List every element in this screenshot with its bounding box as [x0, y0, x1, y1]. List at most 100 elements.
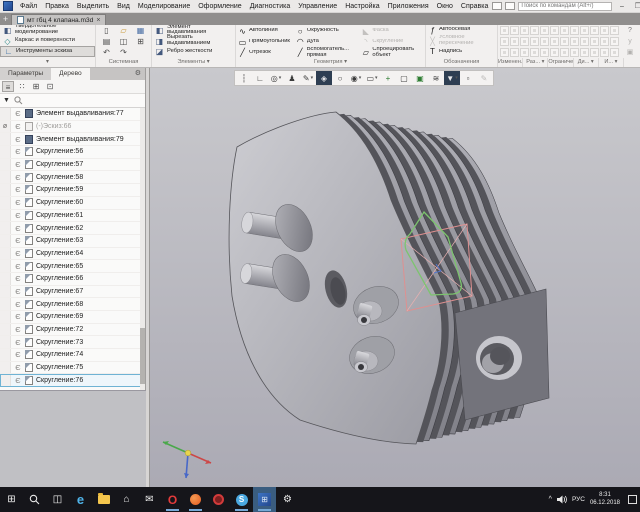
toolbar-grip[interactable]: ┆	[236, 71, 252, 85]
elements-item-2[interactable]: ◪Ребро жесткости	[152, 46, 235, 57]
tree-relations-icon[interactable]: ⊞	[30, 81, 42, 92]
tree-item-12[interactable]: ЄСкругление:65	[0, 260, 145, 273]
minimize-button[interactable]: –	[615, 3, 628, 10]
hide-objects-icon[interactable]: ◉▾	[348, 71, 364, 85]
edge-icon[interactable]: e	[69, 487, 92, 512]
tree-item-14[interactable]: ЄСкругление:67	[0, 286, 145, 299]
view-human-icon[interactable]: ♟	[284, 71, 300, 85]
browser-red-icon[interactable]	[207, 487, 230, 512]
new-document-button[interactable]: ▯	[98, 26, 115, 37]
tree-item-15[interactable]: ЄСкругление:68	[0, 298, 145, 311]
task-view-icon[interactable]: ◫	[46, 487, 69, 512]
tree-item-17[interactable]: ЄСкругление:72	[0, 324, 145, 337]
tree-item-4[interactable]: ЄСкругление:57	[0, 159, 145, 172]
menu-11[interactable]: Справка	[457, 3, 492, 10]
document-manager-button[interactable]: ⊞	[132, 37, 149, 48]
menu-0[interactable]: Файл	[16, 3, 41, 10]
geometry-item-5[interactable]: ╱Вспомогатель... прямая	[294, 47, 360, 58]
menu-6[interactable]: Диагностика	[246, 3, 295, 10]
menu-9[interactable]: Приложения	[384, 3, 433, 10]
tree-scrollbar[interactable]	[140, 108, 145, 390]
tree-item-8[interactable]: ЄСкругление:61	[0, 210, 145, 223]
tree-item-5[interactable]: ЄСкругление:58	[0, 171, 145, 184]
volume-icon[interactable]	[557, 495, 567, 504]
collapsed-group-label-2[interactable]: Ограничения ▾	[548, 58, 573, 67]
model-viewport[interactable]: ┆∟◎▾♟✎▾◈○◉▾▭▾+▢▣≋▼▾▫✎	[150, 68, 640, 487]
settings-icon[interactable]: ⚙	[276, 487, 299, 512]
tree-item-13[interactable]: ЄСкругление:66	[0, 273, 145, 286]
geometry-item-3[interactable]: ○Окружность	[294, 26, 360, 37]
workspace-layout-icon[interactable]	[492, 2, 502, 10]
tree-area-icon[interactable]: ⊡	[44, 81, 56, 92]
menu-7[interactable]: Управление	[294, 3, 341, 10]
extra-icon[interactable]: ▣	[624, 47, 636, 58]
tray-expand-icon[interactable]: ^	[549, 496, 552, 503]
collapsed-group-label-0[interactable]: Изменен... ▾	[498, 58, 523, 67]
language-indicator[interactable]: РУС	[572, 496, 585, 503]
copy-view-icon[interactable]: ▢	[396, 71, 412, 85]
tab-tree[interactable]: Дерево	[51, 68, 90, 80]
tree-item-19[interactable]: ЄСкругление:74	[0, 349, 145, 362]
panel-gear-icon[interactable]: ⚙	[131, 68, 145, 80]
orientation-triad[interactable]	[163, 441, 211, 478]
measure-icon[interactable]: ✎▾	[300, 71, 316, 85]
menu-10[interactable]: Окно	[433, 3, 457, 10]
elements-item-1[interactable]: ◨Вырезать выдавливанием	[152, 36, 235, 47]
tree-item-6[interactable]: ЄСкругление:59	[0, 184, 145, 197]
sketch-plane-icon[interactable]: ∟	[252, 71, 268, 85]
collapsed-group-label-4[interactable]: И... ▾	[599, 58, 624, 67]
model-3d-cylinder-head[interactable]	[150, 68, 640, 487]
search-icon[interactable]	[23, 487, 46, 512]
elements-group-label[interactable]: Элементы ▾	[152, 58, 235, 67]
tree-item-9[interactable]: ЄСкругление:62	[0, 222, 145, 235]
command-search[interactable]	[518, 2, 612, 11]
browser-orange-icon[interactable]	[184, 487, 207, 512]
tree-grouping-icon[interactable]: ∷	[16, 81, 28, 92]
tree-item-10[interactable]: ЄСкругление:63	[0, 235, 145, 248]
menu-5[interactable]: Оформление	[194, 3, 245, 10]
file-explorer-icon[interactable]	[92, 487, 115, 512]
menu-4[interactable]: Моделирование	[134, 3, 194, 10]
tab-parameters[interactable]: Параметры	[0, 68, 51, 80]
elements-item-0[interactable]: ◧Элемент выдавливания	[152, 25, 235, 36]
save-document-button[interactable]: ▦	[132, 26, 149, 37]
open-document-button[interactable]: ▱	[115, 26, 132, 37]
geometry-item-1[interactable]: ▭Прямоугольник	[236, 37, 294, 48]
snap-icon[interactable]: ▣	[412, 71, 428, 85]
document-tab[interactable]: мт гбц 4 клапана.m3d ×	[11, 14, 106, 25]
undo-button[interactable]: ↶	[98, 48, 115, 58]
collapsed-group-label-1[interactable]: Раз... ▾	[523, 58, 548, 67]
geometry-item-8[interactable]: ▱Спроецировать объект	[359, 47, 425, 58]
tree-search-icon[interactable]	[14, 96, 23, 105]
preview-button[interactable]: ◫	[115, 37, 132, 48]
menu-2[interactable]: Выделить	[73, 3, 113, 10]
edit-icon[interactable]: ✎	[476, 71, 492, 85]
macro-icon[interactable]: y	[624, 36, 636, 47]
action-center-icon[interactable]	[628, 495, 637, 504]
skype-icon[interactable]: S	[230, 487, 253, 512]
kompas-icon[interactable]: ⊞	[253, 487, 276, 512]
clock[interactable]: 8:31 06.12.2018	[590, 492, 620, 507]
tree-item-21[interactable]: ЄСкругление:76	[0, 374, 145, 387]
tree-item-11[interactable]: ЄСкругление:64	[0, 248, 145, 261]
restore-button[interactable]: ❒	[631, 2, 640, 10]
layers-icon[interactable]: ≋	[428, 71, 444, 85]
menu-8[interactable]: Настройка	[341, 3, 383, 10]
mode-button-2[interactable]: ∟Инструменты эскиза	[0, 46, 95, 57]
geometry-item-4[interactable]: ◠Дуга	[294, 37, 360, 48]
tab-close-icon[interactable]: ×	[96, 17, 100, 24]
tree-item-2[interactable]: ЄЭлемент выдавливания:79	[0, 133, 145, 146]
store-icon[interactable]: ⌂	[115, 487, 138, 512]
display-mode-icon[interactable]: ▭▾	[364, 71, 380, 85]
geometry-item-0[interactable]: ∿Автолиния	[236, 26, 294, 37]
mode-button-0[interactable]: ◧Твердотельное моделирование	[0, 25, 95, 36]
redo-button[interactable]: ↷	[115, 48, 132, 58]
tree-structure-icon[interactable]: ≡	[2, 81, 14, 92]
mode-button-1[interactable]: ◇Каркас и поверхности	[0, 36, 95, 47]
mail-icon[interactable]: ✉	[138, 487, 161, 512]
modes-expander[interactable]: ▾	[0, 58, 95, 67]
tree-item-16[interactable]: ЄСкругление:69	[0, 311, 145, 324]
annotation-item-2[interactable]: TНадпись	[426, 46, 497, 57]
tree-item-20[interactable]: ЄСкругление:75	[0, 362, 145, 375]
annotation-item-0[interactable]: ƒАвтоосевая	[426, 25, 497, 36]
